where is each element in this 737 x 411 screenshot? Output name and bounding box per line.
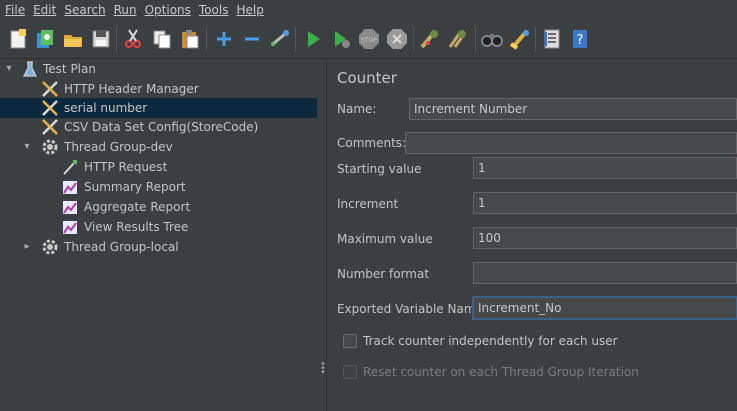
menu-tools[interactable]: Tools [194,0,232,20]
tree-item-http-header-manager[interactable]: HTTP Header Manager [0,79,317,99]
splitter-grip-icon[interactable]: • • • [320,360,326,378]
cut-icon[interactable] [122,28,144,50]
sampler-icon [63,160,77,175]
copy-icon[interactable] [151,28,173,50]
counter-config-panel: Counter Name: Comments: Starting value I… [327,59,737,411]
thread-group-icon [42,239,58,255]
toolbar-separator [413,26,414,52]
increment-label: Increment [337,197,399,211]
toolbar-separator [475,26,476,52]
svg-text:?: ? [577,33,584,48]
paste-icon[interactable] [179,28,201,50]
menu-help[interactable]: Help [231,0,266,20]
templates-icon[interactable] [34,28,56,50]
maximum-value-label: Maximum value [337,232,433,246]
clear-icon[interactable] [419,28,441,50]
menu-options[interactable]: Options [140,0,194,20]
number-format-label: Number format [337,267,430,281]
tree-item-summary-report[interactable]: Summary Report [0,177,317,197]
svg-text:STOP: STOP [361,37,377,44]
save-icon[interactable] [90,28,112,50]
reset-counter-label: Reset counter on each Thread Group Itera… [363,365,639,379]
tree-item-label: HTTP Request [84,160,168,174]
tree-item-label: Aggregate Report [84,200,191,214]
tree-item-test-plan[interactable]: ▾ Test Plan [0,59,317,79]
new-icon[interactable] [7,28,29,50]
track-counter-checkbox[interactable] [343,334,357,348]
tree-item-thread-group-local[interactable]: ▸ Thread Group-local [0,237,317,257]
shutdown-icon[interactable] [386,28,408,50]
toolbar-separator [206,26,207,52]
tree-item-serial-number[interactable]: serial number [0,98,317,118]
maximum-value-field[interactable] [473,227,737,249]
reset-counter-checkbox[interactable] [343,365,357,379]
test-plan-tree: ▾ Test Plan HTTP Header Manager serial n… [0,59,317,411]
toolbar: STOP ? [0,20,737,59]
tree-item-thread-group-dev[interactable]: ▾ Thread Group-dev [0,137,317,157]
tree-item-label: Thread Group-dev [64,140,173,154]
tree-item-label: Summary Report [84,180,186,194]
toolbar-separator [535,26,536,52]
tree-item-label: Test Plan [43,62,96,76]
chevron-down-icon[interactable]: ▾ [3,62,15,76]
help-icon[interactable]: ? [569,28,591,50]
toolbar-separator [295,26,296,52]
exported-variable-name-field[interactable] [473,297,737,319]
number-format-field[interactable] [473,262,737,284]
menu-search[interactable]: Search [59,0,108,20]
listener-icon [63,181,77,194]
clear-all-icon[interactable] [447,28,469,50]
menu-run[interactable]: Run [109,0,140,20]
menu-edit[interactable]: Edit [28,0,59,20]
config-element-icon [42,119,58,135]
tree-item-http-request[interactable]: HTTP Request [0,157,317,177]
starting-value-field[interactable] [473,157,737,179]
tree-item-aggregate-report[interactable]: Aggregate Report [0,197,317,217]
tree-item-view-results-tree[interactable]: View Results Tree [0,217,317,237]
tree-item-label: serial number [64,101,148,115]
stop-icon[interactable]: STOP [358,28,380,50]
starting-value-label: Starting value [337,162,422,176]
tree-item-label: CSV Data Set Config(StoreCode) [64,120,259,134]
thread-group-icon [42,139,58,155]
expand-icon[interactable] [213,28,235,50]
start-no-pauses-icon[interactable] [330,28,352,50]
chevron-down-icon[interactable]: ▾ [21,140,33,154]
tree-item-label: Thread Group-local [64,240,179,254]
panel-title: Counter [337,69,397,87]
comments-field[interactable] [405,132,737,154]
collapse-icon[interactable] [241,28,263,50]
tree-item-label: View Results Tree [84,220,189,234]
tree-item-csv-data-set-config[interactable]: CSV Data Set Config(StoreCode) [0,117,317,137]
track-counter-label: Track counter independently for each use… [363,334,618,348]
name-label: Name: [337,102,377,116]
chevron-right-icon[interactable]: ▸ [21,240,33,254]
search-icon[interactable] [481,28,503,50]
listener-icon [63,221,77,234]
start-icon[interactable] [302,28,324,50]
menu-file[interactable]: File [0,0,28,20]
increment-field[interactable] [473,192,737,214]
tree-item-label: HTTP Header Manager [64,82,199,96]
test-plan-icon [23,61,37,77]
function-helper-icon[interactable] [541,28,563,50]
exported-variable-name-label: Exported Variable Name [337,302,483,316]
listener-icon [63,201,77,214]
toolbar-separator [116,26,117,52]
config-element-icon [42,100,58,116]
reset-search-icon[interactable] [509,28,531,50]
menu-bar: File Edit Search Run Options Tools Help [0,0,737,20]
open-icon[interactable] [62,28,84,50]
comments-label: Comments: [337,136,407,150]
toggle-icon[interactable] [269,28,291,50]
config-element-icon [42,81,58,97]
name-field[interactable] [409,98,737,120]
